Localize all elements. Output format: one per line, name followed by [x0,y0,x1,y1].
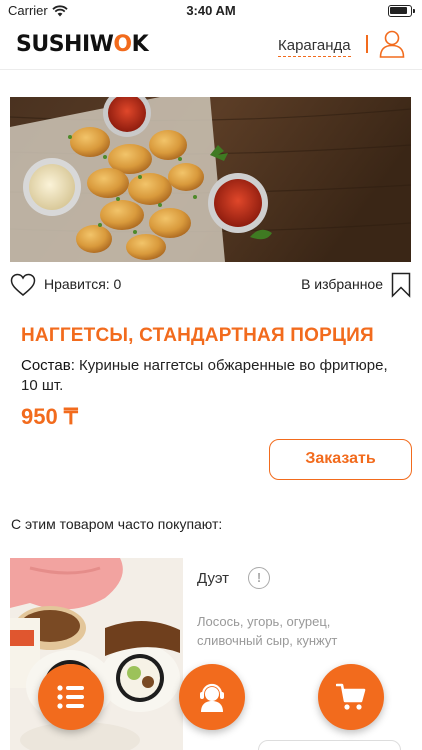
battery-icon [388,5,415,17]
product-title: НАГГЕТСЫ, СТАНДАРТНАЯ ПОРЦИЯ [21,325,374,346]
user-icon[interactable] [379,30,405,58]
recommendation-name[interactable]: Дуэт [197,570,229,587]
menu-button[interactable] [38,664,104,730]
recommendation-image[interactable] [10,558,183,750]
order-button[interactable]: Заказать [269,439,412,480]
recommendation-description: Лосось, угорь, огурец, сливочный сыр, ку… [197,614,338,648]
sushiwok-logo[interactable]: SUSHIWOK [16,32,149,57]
logo-text-1: SUSHIW [16,32,114,57]
cart-button[interactable] [318,664,384,730]
status-bar: Carrier 3:40 AM [0,0,422,22]
product-image [10,97,411,262]
header-divider [366,35,368,53]
heart-icon[interactable] [10,273,36,297]
bookmark-icon[interactable] [391,272,411,298]
product-price: 950 ₸ [21,404,78,429]
menu-icon [57,685,84,709]
support-headset-icon [200,683,224,712]
city-selector[interactable]: Караганда [278,37,351,57]
product-composition: Состав: Куриные наггетсы обжаренные во ф… [21,356,401,396]
composition-text: Куриные наггетсы обжаренные во фритюре, … [21,357,388,394]
logo-flame-o: O [113,32,132,57]
likes-count: Нравится: 0 [44,276,122,292]
logo-text-2: K [131,32,149,57]
support-button[interactable] [179,664,245,730]
app-header: SUSHIWOK Караганда [0,22,422,70]
recommendation-order-button[interactable] [258,740,401,750]
cart-icon [336,683,366,710]
info-icon[interactable]: ! [248,567,270,589]
nuggets-photo [10,97,411,262]
sushi-photo [10,558,183,750]
product-actions-row: Нравится: 0 В избранное [10,272,411,298]
add-to-favorites-label[interactable]: В избранное [301,276,383,292]
composition-label: Состав: [21,357,75,374]
recommendations-heading: С этим товаром часто покупают: [11,516,223,532]
clock: 3:40 AM [186,3,236,18]
